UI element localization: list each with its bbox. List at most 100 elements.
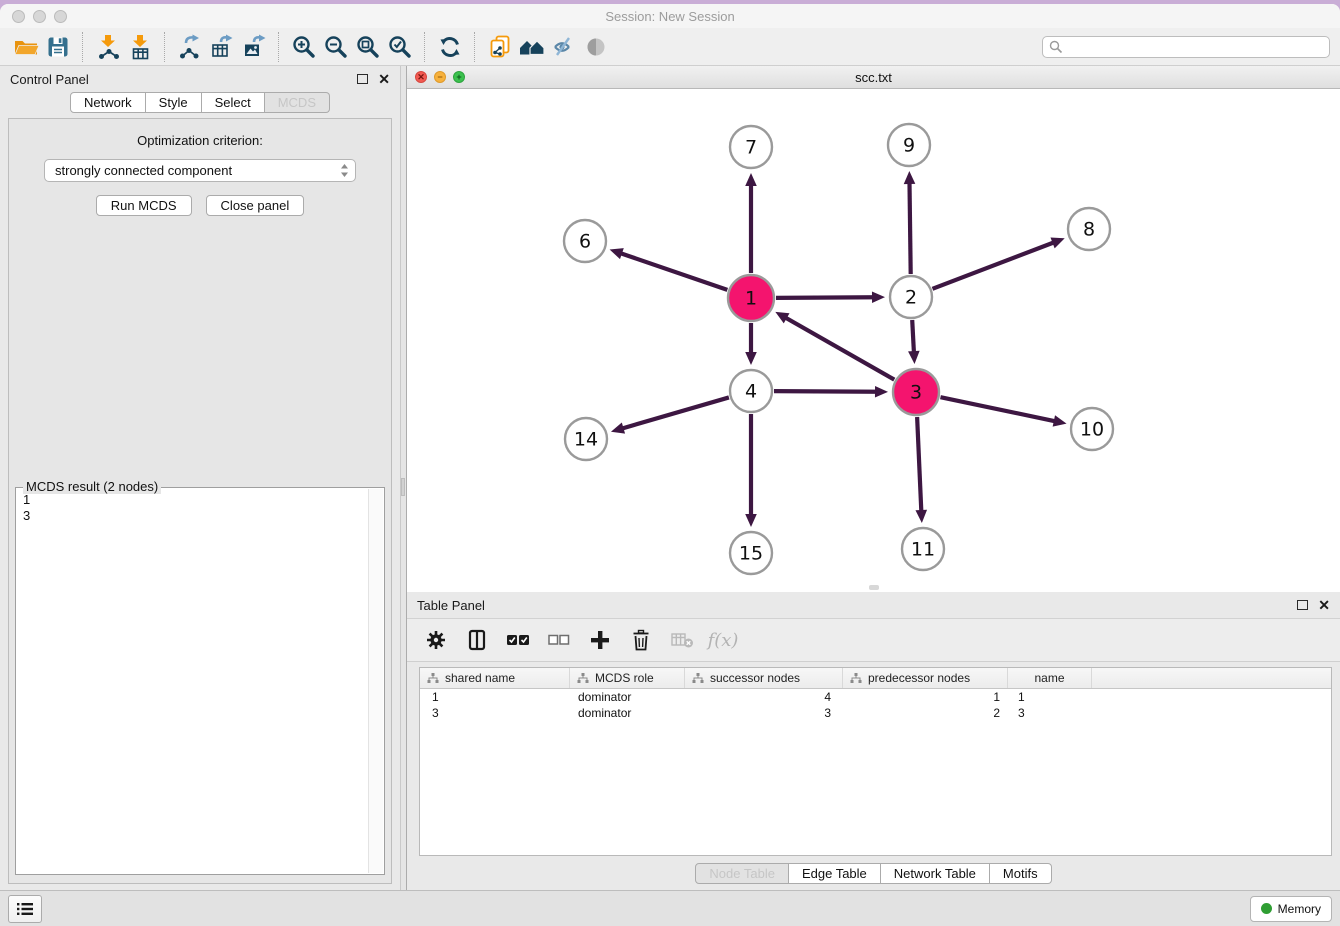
delete-column-button[interactable] (628, 627, 654, 653)
delete-table-button[interactable] (669, 627, 695, 653)
run-mcds-button[interactable]: Run MCDS (96, 195, 192, 216)
unselect-all-columns-button[interactable] (546, 627, 572, 653)
close-table-panel-icon[interactable]: ✕ (1318, 598, 1330, 612)
show-hide-button[interactable] (580, 31, 612, 63)
graph-node-label: 9 (903, 135, 915, 157)
graph-edge[interactable] (917, 417, 921, 514)
network-window-controls: ✕ − + (415, 71, 465, 83)
table-cell: 2 (843, 706, 1008, 720)
result-scrollbar[interactable] (368, 489, 383, 873)
memory-button[interactable]: Memory (1250, 896, 1332, 922)
graph-edge-arrowhead (872, 291, 885, 303)
node-table: shared name MCDS role (419, 667, 1332, 856)
function-builder-button[interactable]: f(x) (710, 627, 736, 653)
graph-edge[interactable] (940, 397, 1057, 422)
panel-divider[interactable] (400, 66, 406, 890)
zoom-fit-button[interactable] (352, 31, 384, 63)
memory-status-icon (1261, 903, 1272, 914)
float-table-panel-icon[interactable] (1297, 600, 1308, 610)
column-header-shared-name[interactable]: shared name (420, 668, 570, 688)
network-close-button[interactable]: ✕ (415, 71, 427, 83)
divider-handle[interactable] (401, 478, 405, 496)
graph-edge[interactable] (783, 316, 894, 379)
export-image-button[interactable] (238, 31, 270, 63)
optimization-criterion-select[interactable]: strongly connected component (44, 159, 356, 182)
import-table-button[interactable] (124, 31, 156, 63)
table-toolbar: f(x) (407, 618, 1340, 662)
mcds-result-line: 1 (23, 492, 363, 508)
tab-mcds[interactable]: MCDS (265, 92, 330, 113)
apply-layout-button[interactable] (434, 31, 466, 63)
table-row[interactable]: 1dominator411 (420, 689, 1331, 705)
float-panel-icon[interactable] (357, 74, 368, 84)
graph-node-label: 3 (910, 382, 922, 404)
toolbar-separator (164, 32, 166, 62)
open-session-button[interactable] (10, 31, 42, 63)
graph-edge[interactable] (776, 297, 876, 298)
table-tabs: Node Table Edge Table Network Table Moti… (695, 863, 1051, 884)
show-panels-button[interactable] (8, 895, 42, 923)
graph-edge[interactable] (932, 241, 1056, 288)
tab-style[interactable]: Style (146, 92, 202, 113)
column-header-name[interactable]: name (1008, 668, 1092, 688)
column-header-mcds-role[interactable]: MCDS role (570, 668, 685, 688)
graph-node-label: 8 (1083, 219, 1095, 241)
list-icon (15, 900, 35, 918)
unchecked-boxes-icon (548, 634, 570, 646)
graph-edge[interactable] (912, 320, 914, 355)
network-titlebar[interactable]: scc.txt ✕ − + (407, 66, 1340, 89)
column-label: MCDS role (595, 671, 654, 685)
tab-edge-table[interactable]: Edge Table (789, 863, 881, 884)
tab-select[interactable]: Select (202, 92, 265, 113)
zoom-out-button[interactable] (320, 31, 352, 63)
graph-node-label: 2 (905, 287, 917, 309)
table-row[interactable]: 3dominator323 (420, 705, 1331, 721)
select-all-columns-button[interactable] (505, 627, 531, 653)
double-home-icon (517, 33, 547, 61)
export-network-button[interactable] (174, 31, 206, 63)
hierarchy-icon (850, 672, 862, 684)
hide-panel-button[interactable] (548, 31, 580, 63)
graph-edge[interactable] (909, 180, 910, 274)
clone-network-button[interactable] (484, 31, 516, 63)
create-column-button[interactable] (587, 627, 613, 653)
table-cell: 1 (843, 690, 1008, 704)
column-header-predecessor-nodes[interactable]: predecessor nodes (843, 668, 1008, 688)
network-maximize-button[interactable]: + (453, 71, 465, 83)
main-toolbar (0, 28, 1340, 66)
table-cell: 1 (1008, 690, 1092, 704)
search-box[interactable] (1042, 36, 1330, 58)
zoom-in-button[interactable] (288, 31, 320, 63)
graph-edge[interactable] (774, 391, 879, 392)
show-column-button[interactable] (464, 627, 490, 653)
network-graph: 7968124314101511 (407, 89, 1340, 593)
resize-grip[interactable] (869, 585, 879, 590)
graph-edge[interactable] (618, 252, 727, 290)
network-canvas[interactable]: 7968124314101511 (407, 89, 1340, 592)
column-header-filler (1092, 668, 1331, 688)
graph-edge[interactable] (620, 397, 729, 429)
graph-edge-arrowhead (904, 171, 916, 184)
network-minimize-button[interactable]: − (434, 71, 446, 83)
hierarchy-icon (577, 672, 589, 684)
graph-edge-arrowhead (1050, 237, 1064, 248)
export-network-icon (176, 33, 204, 61)
import-network-button[interactable] (92, 31, 124, 63)
search-input[interactable] (1067, 39, 1323, 55)
tab-motifs[interactable]: Motifs (990, 863, 1052, 884)
home-button[interactable] (516, 31, 548, 63)
tab-network-table[interactable]: Network Table (881, 863, 990, 884)
close-panel-icon[interactable]: ✕ (378, 72, 390, 86)
column-header-successor-nodes[interactable]: successor nodes (685, 668, 843, 688)
tab-network[interactable]: Network (70, 92, 146, 113)
mcds-result-text[interactable]: 13 (17, 489, 369, 873)
close-panel-button[interactable]: Close panel (206, 195, 305, 216)
export-table-button[interactable] (206, 31, 238, 63)
window-title: Session: New Session (0, 9, 1340, 24)
zoom-selected-button[interactable] (384, 31, 416, 63)
column-label: name (1034, 671, 1064, 685)
save-session-button[interactable] (42, 31, 74, 63)
tab-node-table[interactable]: Node Table (695, 863, 789, 884)
table-settings-button[interactable] (423, 627, 449, 653)
fx-icon: f(x) (708, 630, 739, 651)
